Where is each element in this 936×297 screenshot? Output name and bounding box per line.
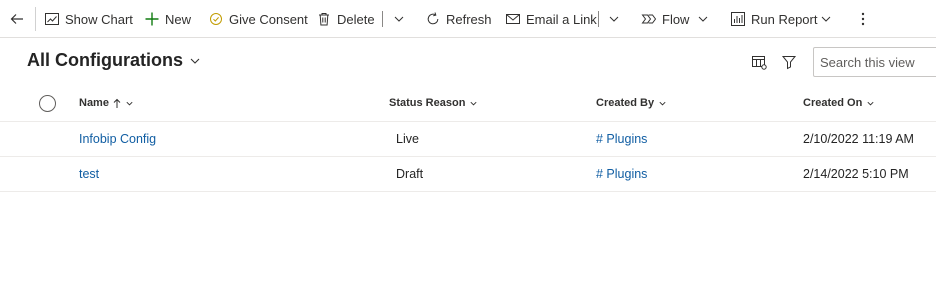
filter-icon[interactable] xyxy=(780,53,798,71)
new-button[interactable]: New xyxy=(144,9,191,29)
chevron-down-icon[interactable] xyxy=(392,12,406,26)
show-chart-button[interactable]: Show Chart xyxy=(44,9,133,29)
chevron-down-icon[interactable] xyxy=(607,12,621,26)
trash-icon xyxy=(316,11,332,27)
chevron-down-icon xyxy=(469,99,478,108)
give-consent-button[interactable]: Give Consent xyxy=(208,9,308,29)
flow-button[interactable]: Flow xyxy=(641,9,689,29)
sort-ascending-icon xyxy=(113,98,121,109)
divider xyxy=(382,11,383,27)
record-name-link[interactable]: Infobip Config xyxy=(79,132,156,146)
created-by-link[interactable]: # Plugins xyxy=(596,132,647,146)
email-icon xyxy=(505,11,521,27)
status-reason-cell: Live xyxy=(396,132,419,146)
grid-header: Name Status Reason Created By Created On xyxy=(0,86,936,122)
chevron-down-icon[interactable] xyxy=(819,12,833,26)
run-report-button[interactable]: Run Report xyxy=(730,9,817,29)
column-header-created-by[interactable]: Created By xyxy=(596,97,667,109)
new-label: New xyxy=(165,11,192,27)
status-reason-cell: Draft xyxy=(396,167,424,181)
divider xyxy=(35,7,36,31)
created-on-cell: 2/14/2022 5:10 PM xyxy=(803,167,909,181)
give-consent-label: Give Consent xyxy=(229,11,308,27)
column-header-label: Created By xyxy=(596,97,655,109)
chevron-down-icon xyxy=(866,99,875,108)
column-header-created-on[interactable]: Created On xyxy=(803,97,875,109)
chevron-down-icon xyxy=(658,99,667,108)
page-title: All Configurations xyxy=(27,50,183,70)
back-arrow-icon[interactable] xyxy=(6,8,28,30)
chart-icon xyxy=(44,11,60,27)
record-name-link[interactable]: test xyxy=(79,167,99,181)
more-commands-icon[interactable] xyxy=(855,9,871,29)
table-row[interactable]: test Draft # Plugins 2/14/2022 5:10 PM xyxy=(0,157,936,192)
refresh-button[interactable]: Refresh xyxy=(425,9,492,29)
delete-button[interactable]: Delete xyxy=(316,9,375,29)
refresh-label: Refresh xyxy=(446,11,492,27)
created-by-link[interactable]: # Plugins xyxy=(596,167,647,181)
table-row[interactable]: Infobip Config Live # Plugins 2/10/2022 … xyxy=(0,122,936,157)
consent-check-icon xyxy=(208,11,224,27)
column-header-status-reason[interactable]: Status Reason xyxy=(389,97,478,109)
view-selector[interactable]: All Configurations xyxy=(27,50,201,71)
email-link-label: Email a Link xyxy=(526,11,597,27)
email-link-button[interactable]: Email a Link xyxy=(505,9,597,29)
column-header-name[interactable]: Name xyxy=(79,97,134,109)
select-all-checkbox[interactable] xyxy=(39,95,56,112)
chevron-down-icon[interactable] xyxy=(696,12,710,26)
created-on-cell: 2/10/2022 11:19 AM xyxy=(803,132,914,146)
delete-label: Delete xyxy=(337,11,375,27)
column-header-label: Created On xyxy=(803,97,863,109)
plus-icon xyxy=(144,11,160,27)
flow-icon xyxy=(641,11,657,27)
flow-label: Flow xyxy=(662,11,690,27)
command-bar: Show Chart New Give Consent Delete Refre… xyxy=(0,0,936,38)
search-input[interactable] xyxy=(813,47,936,77)
chevron-down-icon xyxy=(189,55,201,67)
column-header-label: Status Reason xyxy=(389,97,466,109)
run-report-label: Run Report xyxy=(751,11,818,27)
chevron-down-icon xyxy=(125,99,134,108)
refresh-icon xyxy=(425,11,441,27)
edit-columns-icon[interactable] xyxy=(750,53,768,71)
report-icon xyxy=(730,11,746,27)
divider xyxy=(598,11,599,27)
show-chart-label: Show Chart xyxy=(65,11,133,27)
column-header-label: Name xyxy=(79,97,109,109)
